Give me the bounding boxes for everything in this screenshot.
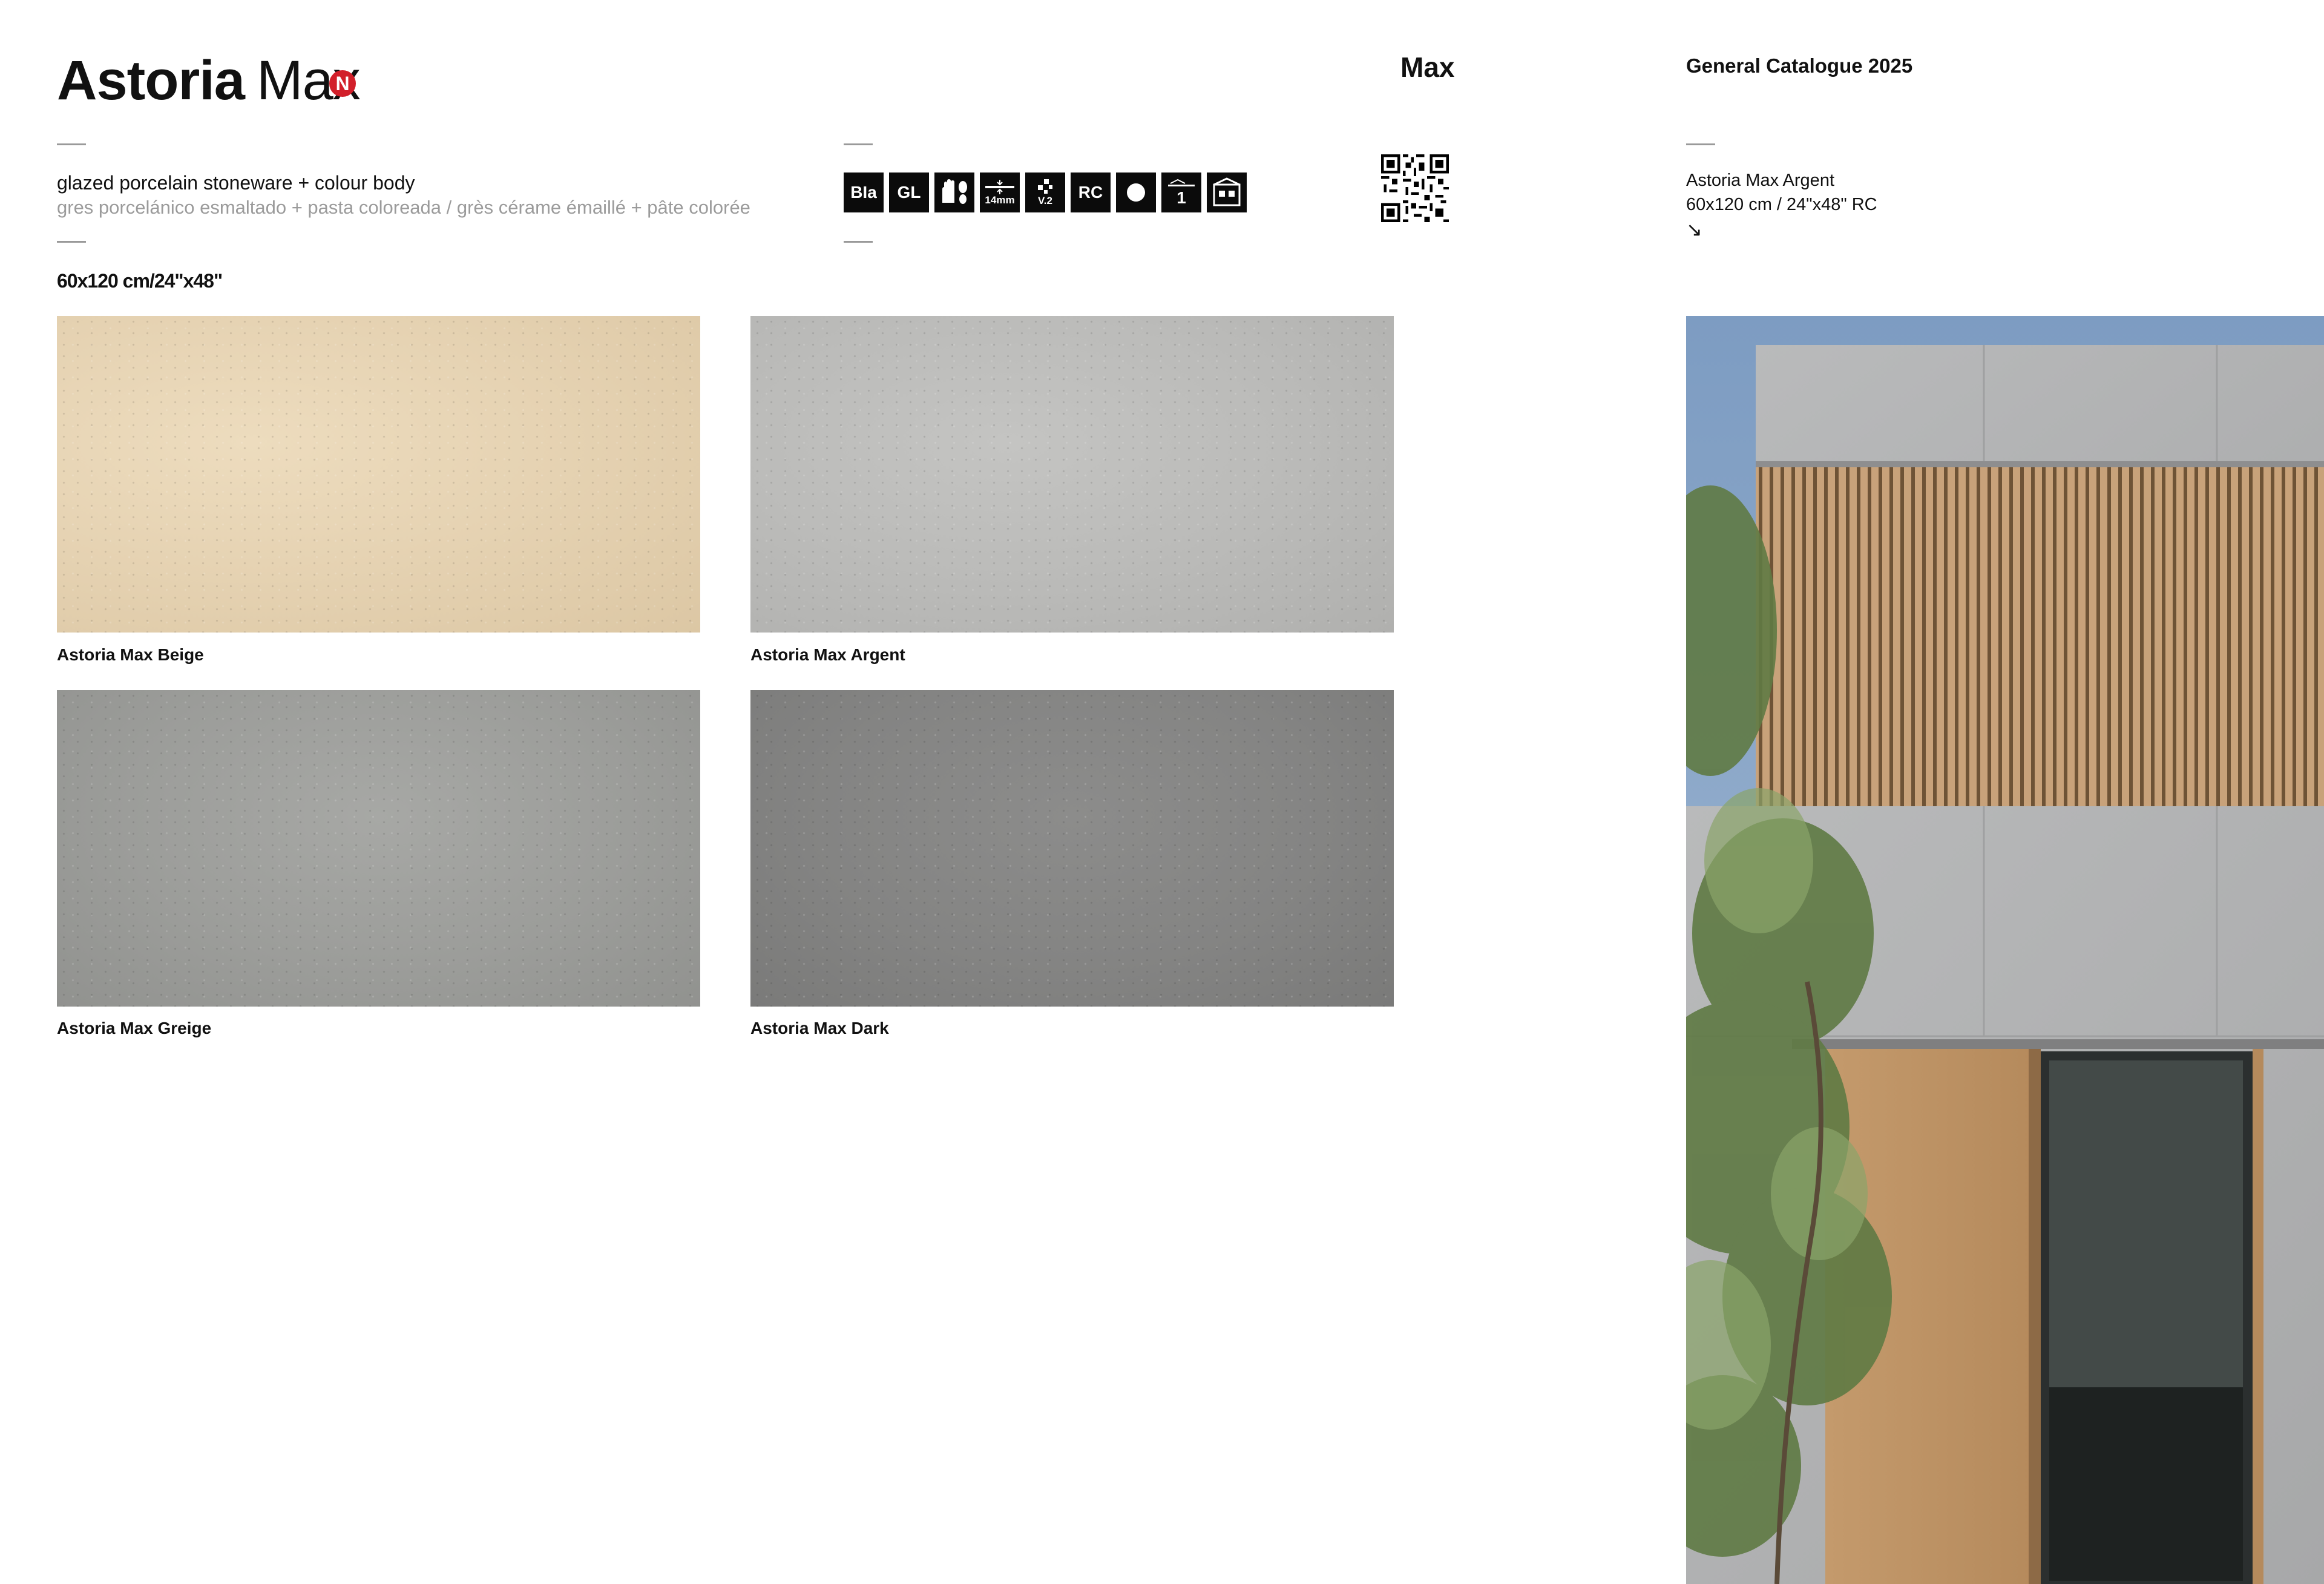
title-collection: Astoria (57, 50, 245, 111)
rc-icon: RC (1071, 173, 1111, 212)
tile-swatch-beige (57, 316, 700, 633)
tile-swatch-argent (750, 316, 1394, 633)
divider (57, 241, 86, 243)
technical-icons: BIa GL 14mm V.2 RC 1 (844, 173, 1247, 212)
thickness-icon: 14mm (980, 173, 1020, 212)
arrow-down-right-icon: ↘ (1686, 219, 1702, 240)
divider (844, 241, 873, 243)
page-title: Astoria Max (57, 47, 361, 114)
hand-foot-icon (934, 173, 974, 212)
divider (1686, 143, 1715, 145)
tile-label: Astoria Max Greige (57, 1019, 212, 1037)
format-size: 60x120 cm/24"x48" (57, 270, 223, 292)
divider (844, 143, 873, 145)
reference-size: 60x120 cm / 24"x48" RC (1686, 195, 1877, 214)
material-description: glazed porcelain stoneware + colour body (57, 172, 415, 194)
series-name: Max (1400, 51, 1455, 83)
tile-swatch-dark (750, 690, 1394, 1007)
new-badge-icon: N (329, 70, 356, 97)
divider (57, 143, 86, 145)
tile-swatch-greige (57, 690, 700, 1007)
bla-icon: BIa (844, 173, 884, 212)
single-piece-icon: 1 (1161, 173, 1201, 212)
tile-label: Astoria Max Dark (750, 1019, 889, 1037)
usage-icon (1207, 173, 1247, 212)
matt-finish-icon (1116, 173, 1156, 212)
tile-label: Astoria Max Argent (750, 645, 905, 664)
architecture-photo (1686, 316, 2324, 1584)
reference-name: Astoria Max Argent (1686, 171, 1834, 190)
variation-icon: V.2 (1025, 173, 1065, 212)
material-description-translation: gres porcelánico esmaltado + pasta color… (57, 197, 750, 218)
catalogue-title: General Catalogue 2025 (1686, 54, 1913, 77)
tile-label: Astoria Max Beige (57, 645, 204, 664)
qr-code-icon[interactable] (1381, 154, 1449, 222)
gl-icon: GL (889, 173, 929, 212)
